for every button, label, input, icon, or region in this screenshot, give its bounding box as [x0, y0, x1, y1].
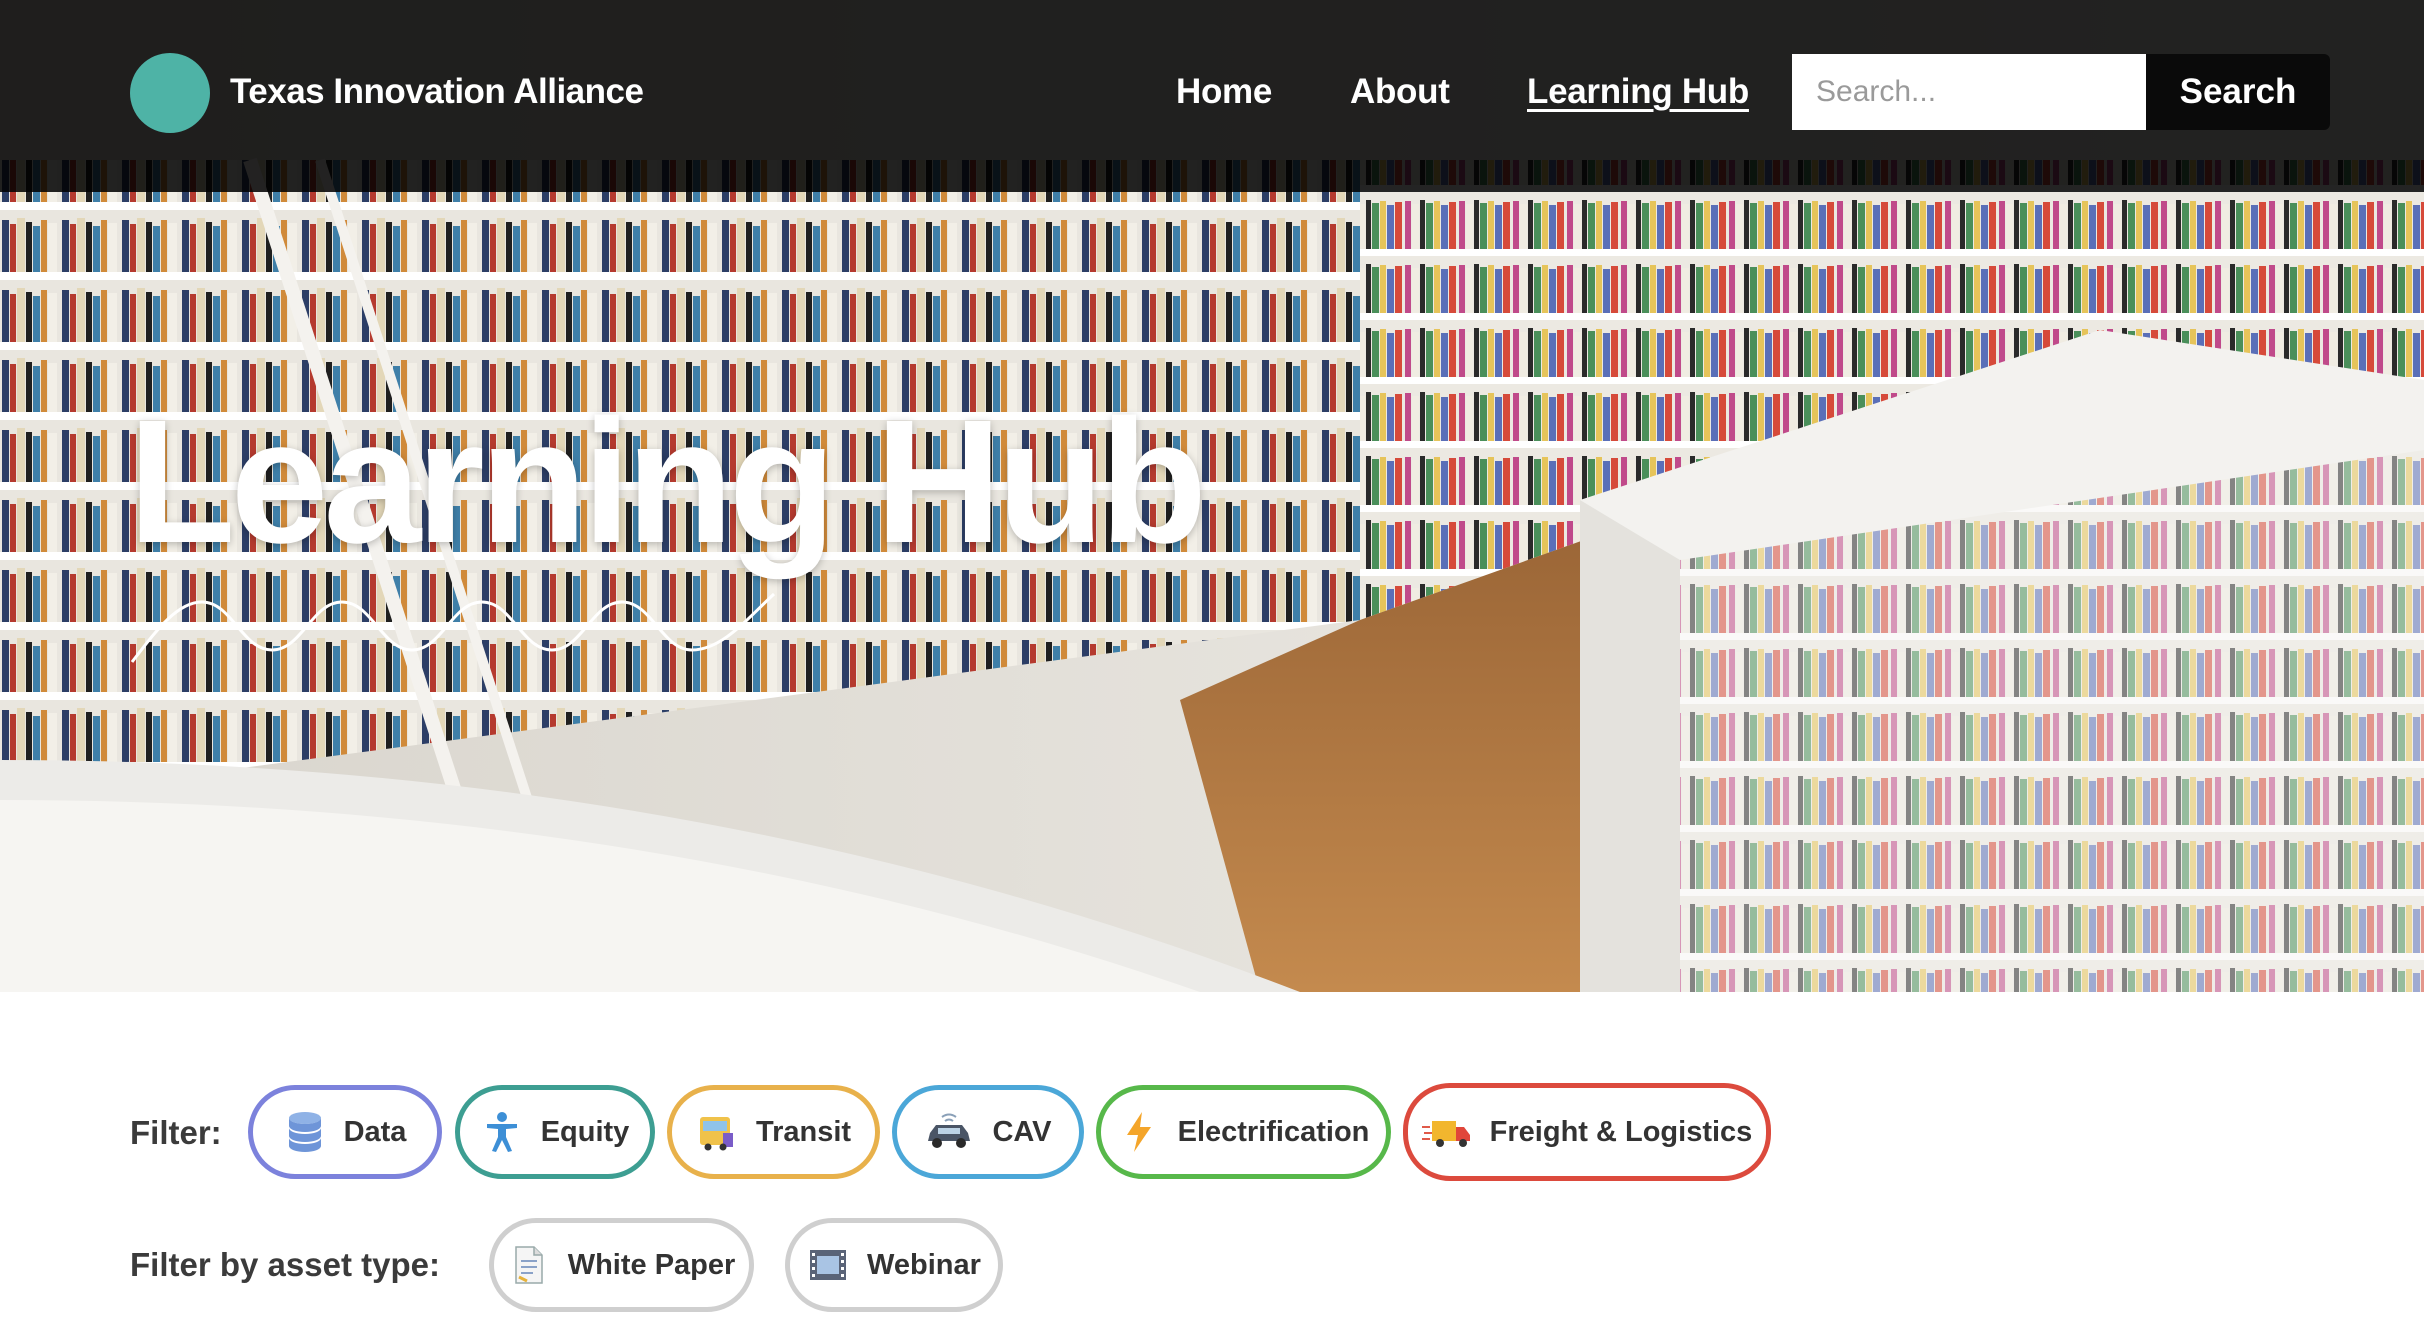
filter-chip-label: Electrification [1177, 1115, 1370, 1148]
filter-chip-cav[interactable]: CAV [892, 1085, 1084, 1179]
filter-chip-label: Equity [540, 1115, 630, 1148]
filter-label: Filter: [130, 1114, 222, 1151]
filter-chip-label: CAV [992, 1115, 1052, 1148]
filter-chip-label: White Paper [567, 1248, 736, 1281]
logo-icon[interactable] [130, 53, 210, 133]
nav-learning-hub-link[interactable]: Learning Hub [1527, 70, 1749, 114]
connected-vehicle-icon [924, 1111, 974, 1153]
filter-chip-equity[interactable]: Equity [455, 1085, 655, 1179]
site-header: Texas Innovation Alliance Home About Lea… [0, 0, 2424, 192]
site-title[interactable]: Texas Innovation Alliance [230, 70, 644, 114]
filter-chip-electrification[interactable]: Electrification [1096, 1085, 1391, 1179]
filter-chip-label: Data [343, 1115, 407, 1148]
asset-type-filter-label: Filter by asset type: [130, 1246, 440, 1283]
database-icon [284, 1111, 326, 1153]
filter-chip-white-paper[interactable]: White Paper [489, 1218, 754, 1312]
lightning-bolt-icon [1118, 1111, 1160, 1153]
filter-chip-transit[interactable]: Transit [667, 1085, 880, 1179]
search-input[interactable] [1792, 54, 2146, 130]
filter-chip-freight-logistics[interactable]: Freight & Logistics [1403, 1083, 1771, 1181]
filter-chip-label: Webinar [867, 1248, 981, 1281]
decorative-wave-line [130, 592, 776, 663]
filter-chip-data[interactable]: Data [248, 1085, 442, 1179]
filter-chip-webinar[interactable]: Webinar [785, 1218, 1003, 1312]
filter-chip-label: Transit [755, 1115, 852, 1148]
delivery-truck-icon [1421, 1111, 1472, 1153]
search-button[interactable]: Search [2146, 54, 2330, 130]
filter-chip-label: Freight & Logistics [1489, 1115, 1753, 1148]
film-strip-icon [807, 1244, 849, 1286]
accessibility-person-icon [481, 1111, 523, 1153]
nav-about-link[interactable]: About [1350, 70, 1450, 114]
bus-icon [696, 1111, 738, 1153]
document-icon [508, 1244, 550, 1286]
nav-home-link[interactable]: Home [1176, 70, 1272, 114]
page-title: Learning Hub [128, 384, 1207, 580]
